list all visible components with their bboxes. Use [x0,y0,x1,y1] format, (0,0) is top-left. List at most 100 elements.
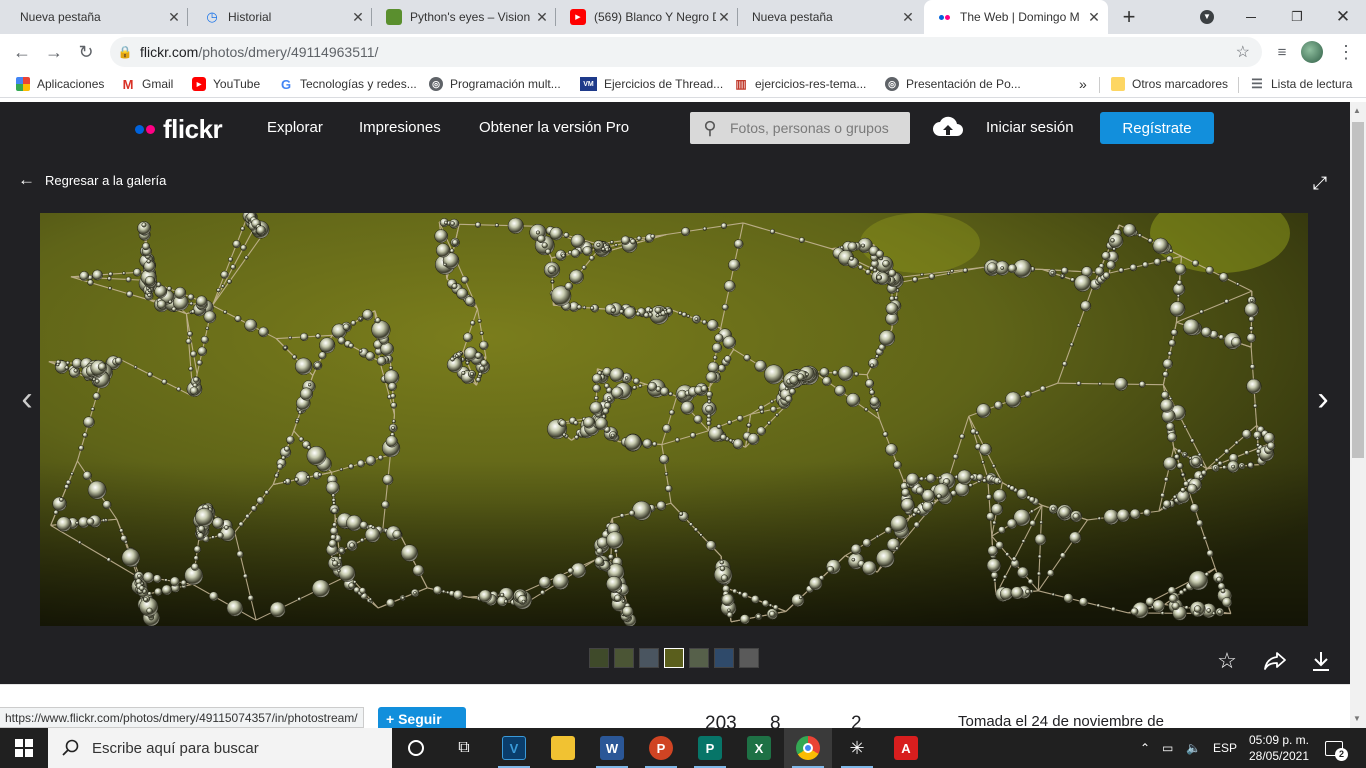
taskbar-app-v[interactable]: V [490,728,538,768]
profile-button[interactable] [1298,38,1326,66]
new-tab-button[interactable]: + [1116,0,1142,34]
taskbar-file-explorer[interactable] [539,728,587,768]
dew-drop [711,342,723,353]
scrollbar-thumb[interactable] [1352,122,1364,458]
close-icon[interactable]: ✕ [166,9,182,26]
reading-list-button[interactable]: ☰ Lista de lectura [1250,75,1352,93]
bookmark-youtube[interactable]: ▶ YouTube [192,75,260,93]
bookmark-gmail[interactable]: M Gmail [121,75,174,93]
nav-impresiones[interactable]: Impresiones [359,119,441,136]
taskbar-clock[interactable]: 05:09 p. m. 28/05/2021 [1238,732,1320,764]
next-photo-arrow[interactable]: › [1308,380,1338,418]
flickr-logo[interactable]: flickr [135,114,223,145]
media-control-button[interactable]: ≡ [1268,38,1296,66]
dew-drop [136,573,142,579]
search-input[interactable] [730,120,910,136]
bookmark-presentacion[interactable]: ◎ Presentación de Po... [885,75,1021,93]
dew-drop [390,393,396,399]
bookmark-other[interactable]: Otros marcadores [1111,75,1228,93]
scroll-down-icon[interactable]: ▼ [1353,714,1361,723]
taskbar-word[interactable]: W [588,728,636,768]
scroll-up-icon[interactable]: ▲ [1353,106,1361,115]
tab-search-button[interactable]: ▼ [1196,0,1218,34]
show-hidden-icons[interactable]: ⌃ [1140,728,1150,768]
address-bar[interactable]: 🔒 flickr.com/photos/dmery/49114963511/ ☆ [110,37,1262,67]
page-scrollbar[interactable]: ▲ ▼ [1350,102,1366,728]
tab-python-eyes[interactable]: Python's eyes – Vision ✕ [374,0,556,34]
dew-drop [190,350,197,358]
menu-button[interactable]: ⋮ [1332,38,1360,66]
forward-button[interactable]: → [40,38,68,66]
dew-drop [92,392,101,401]
close-icon[interactable]: ✕ [534,9,550,26]
thumbnail[interactable] [689,648,709,668]
signup-button[interactable]: Regístrate [1100,112,1214,144]
volume-icon[interactable]: 🔈 [1186,728,1201,768]
network-icon[interactable]: ▭ [1162,728,1173,768]
close-window-button[interactable]: ✕ [1328,0,1358,34]
taskbar-powerpoint[interactable]: P [637,728,685,768]
bookmark-star-icon[interactable]: ☆ [1236,42,1250,62]
login-link[interactable]: Iniciar sesión [986,119,1074,136]
fullscreen-icon[interactable]: ⤢ [1305,168,1335,198]
main-photo[interactable] [40,213,1308,626]
start-button[interactable] [0,728,48,768]
dew-drop [245,513,251,519]
minimize-button[interactable] [1236,0,1266,34]
close-icon[interactable]: ✕ [900,9,916,26]
back-to-gallery-link[interactable]: ← Regresar a la galería [18,170,166,190]
dew-drop [938,475,942,480]
tab-youtube[interactable]: ▶ (569) Blanco Y Negro D ✕ [558,0,738,34]
url-host: flickr.com [140,44,199,60]
share-icon[interactable] [1260,646,1290,676]
taskbar-acrobat[interactable]: A [882,728,930,768]
dew-drop [75,521,79,525]
thumbnail[interactable] [639,648,659,668]
tab-new-tab-2[interactable]: Nueva pestaña ✕ [740,0,922,34]
more-bookmarks-button[interactable]: » [1079,75,1087,93]
thumbnail[interactable] [589,648,609,668]
tab-new-tab-1[interactable]: Nueva pestaña ✕ [8,0,188,34]
taskbar-chrome[interactable] [784,728,832,768]
dew-drop [174,286,187,299]
thumbnail[interactable] [614,648,634,668]
thumbnail[interactable] [739,648,759,668]
taskbar-publisher[interactable]: P [686,728,734,768]
previous-photo-arrow[interactable]: ‹ [12,380,42,418]
nav-explorar[interactable]: Explorar [267,119,323,136]
bookmark-programacion[interactable]: ◎ Programación mult... [429,75,561,93]
back-button[interactable]: ← [8,38,36,66]
dew-drop [614,243,618,247]
notifications-button[interactable]: 2 [1325,728,1348,768]
restore-button[interactable]: ❐ [1282,0,1312,34]
cortana-button[interactable] [392,728,440,768]
dew-drop [535,230,541,235]
favorite-star-icon[interactable]: ☆ [1212,646,1242,676]
upload-cloud-icon[interactable] [932,114,964,145]
bookmark-ejercicios[interactable]: ▥ ejercicios-res-tema... [734,75,866,93]
thumbnail-current[interactable] [664,648,684,668]
taskbar-web-app[interactable]: ✳ [833,728,881,768]
close-icon[interactable]: ✕ [350,9,366,26]
taskbar-search-box[interactable]: Escribe aquí para buscar [48,728,392,768]
tab-history[interactable]: ◷ Historial ✕ [192,0,372,34]
download-icon[interactable] [1306,646,1336,676]
publisher-icon: P [698,736,722,760]
bookmark-threads[interactable]: VM Ejercicios de Thread... [580,75,723,93]
dew-drop [950,269,954,273]
reload-button[interactable]: ↻ [72,38,100,66]
dew-drop [380,342,394,356]
close-icon[interactable]: ✕ [716,9,732,26]
bookmark-tecnologias[interactable]: G Tecnologías y redes... [279,75,417,93]
nav-pro[interactable]: Obtener la versión Pro [479,119,629,136]
dew-drop [986,558,1001,573]
tab-flickr-active[interactable]: The Web | Domingo M ✕ [924,0,1108,34]
task-view-button[interactable]: ⧉ [440,728,488,768]
bookmark-apps[interactable]: Aplicaciones [16,75,104,93]
thumbnail[interactable] [714,648,734,668]
taskbar-excel[interactable]: X [735,728,783,768]
close-icon[interactable]: ✕ [1086,9,1102,26]
language-indicator[interactable]: ESP [1213,728,1237,768]
dew-drop [365,351,375,361]
dew-drop [928,273,936,280]
